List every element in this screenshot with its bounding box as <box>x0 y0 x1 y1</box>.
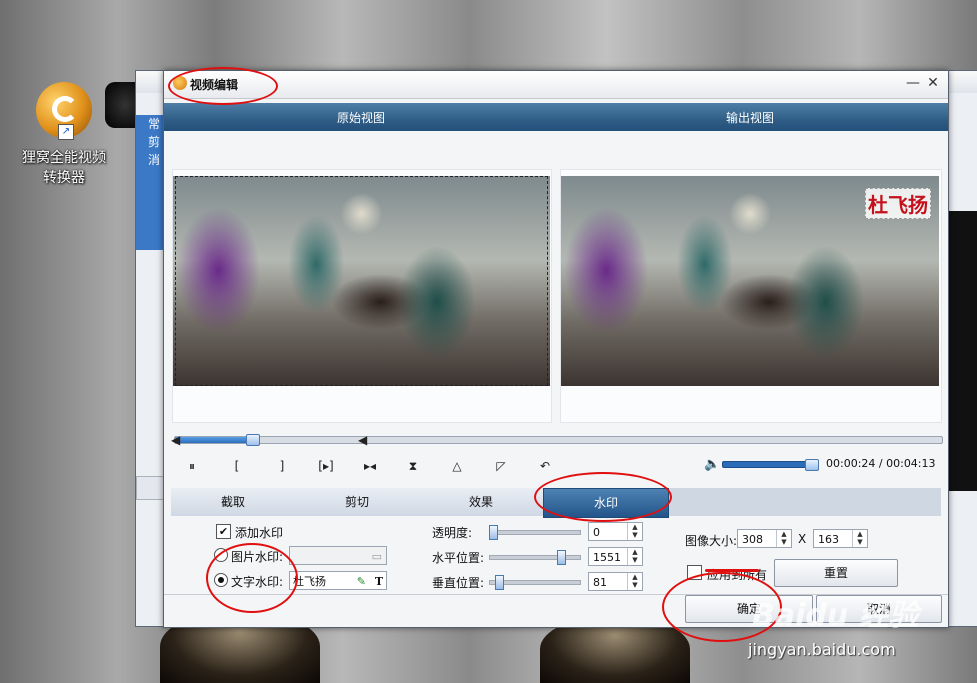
set-start-button[interactable]: [ <box>226 457 248 475</box>
transparency-slider[interactable] <box>489 525 581 540</box>
image-width-spinner[interactable]: 308 ▲ ▼ <box>737 529 792 548</box>
timeline-track[interactable] <box>174 434 943 446</box>
tab-cut[interactable]: 剪切 <box>295 488 420 516</box>
baidu-url: jingyan.baidu.com <box>748 640 896 659</box>
watermark-preview[interactable]: 杜飞扬 <box>865 188 931 219</box>
transparency-spinner[interactable]: 0 ▲ ▼ <box>588 522 643 541</box>
image-path-field[interactable]: ▭ <box>289 546 387 565</box>
reset-button[interactable]: 重置 <box>774 559 898 587</box>
horizontal-position-spinner[interactable]: 1551 ▲ ▼ <box>588 547 643 566</box>
volume-icon[interactable]: 🔈 <box>704 457 720 472</box>
undo-button[interactable]: ↶ <box>534 457 556 475</box>
desktop-shortcut-label: 狸窝全能视频转换器 <box>22 150 106 186</box>
start-marker[interactable]: ◀ <box>171 433 180 447</box>
timecode: 00:00:24 / 00:04:13 <box>826 457 936 470</box>
volume-slider[interactable] <box>722 459 819 471</box>
annotation-circle <box>534 472 672 522</box>
crop-selection[interactable] <box>175 176 548 386</box>
set-end-button[interactable]: ] <box>271 457 293 475</box>
horizontal-position-slider[interactable] <box>489 550 581 565</box>
original-view-label: 原始视图 <box>337 111 386 125</box>
pause-button[interactable]: ⏸ <box>181 457 203 475</box>
view-header: 原始视图 输出视图 <box>164 103 948 131</box>
converter-app-icon: ↗ <box>36 82 92 140</box>
baidu-watermark: Baidu 经验 <box>752 598 919 633</box>
tab-capture[interactable]: 截取 <box>171 488 296 516</box>
volume-thumb[interactable] <box>805 459 819 471</box>
output-view-label: 输出视图 <box>726 111 775 125</box>
timeline-progress <box>175 437 252 443</box>
image-size-label: 图像大小: <box>685 534 738 548</box>
video-edit-dialog: 视频编辑 — ✕ 原始视图 输出视图 杜飞扬 ◀ ◀ ⏸ [ ] [▸] ▸◂ … <box>163 70 949 628</box>
flip-vertical-button[interactable]: ⧗ <box>402 457 424 475</box>
font-icon[interactable]: T <box>375 572 383 591</box>
shortcut-arrow-icon: ↗ <box>58 124 74 140</box>
minimize-button[interactable]: — <box>904 74 922 92</box>
fit-button[interactable]: ▸◂ <box>357 457 383 475</box>
rotate-left-button[interactable]: △ <box>446 457 468 475</box>
pen-icon[interactable]: ✎ <box>357 572 366 591</box>
annotation-underline <box>705 569 759 572</box>
add-watermark-label: 添加水印 <box>235 526 284 540</box>
image-height-spinner[interactable]: 163 ▲ ▼ <box>813 529 868 548</box>
output-video-frame: 杜飞扬 <box>561 176 939 386</box>
annotation-circle <box>206 543 298 613</box>
text-watermark-input[interactable]: 杜飞扬 ✎ T <box>289 571 387 590</box>
end-marker[interactable]: ◀ <box>358 433 367 447</box>
add-watermark-checkbox[interactable]: ✔ <box>216 524 231 539</box>
size-separator: X <box>798 532 807 546</box>
transparency-label: 透明度: <box>432 526 473 540</box>
desktop-shortcut[interactable]: ↗ 狸窝全能视频转换器 <box>14 82 114 188</box>
play-segment-button[interactable]: [▸] <box>312 457 340 475</box>
original-video-frame <box>173 176 550 386</box>
folder-icon[interactable]: ▭ <box>372 547 382 566</box>
annotation-circle <box>168 67 278 105</box>
vertical-position-spinner[interactable]: 81 ▲ ▼ <box>588 572 643 591</box>
tab-effects[interactable]: 效果 <box>419 488 544 516</box>
dialog-titlebar: 视频编辑 — ✕ <box>164 71 948 99</box>
horizontal-position-label: 水平位置: <box>432 551 485 565</box>
close-button[interactable]: ✕ <box>924 74 942 92</box>
timeline-thumb[interactable] <box>245 434 260 446</box>
rotate-right-button[interactable]: ◸ <box>490 457 512 475</box>
vertical-position-slider[interactable] <box>489 575 581 590</box>
vertical-position-label: 垂直位置: <box>432 576 485 590</box>
